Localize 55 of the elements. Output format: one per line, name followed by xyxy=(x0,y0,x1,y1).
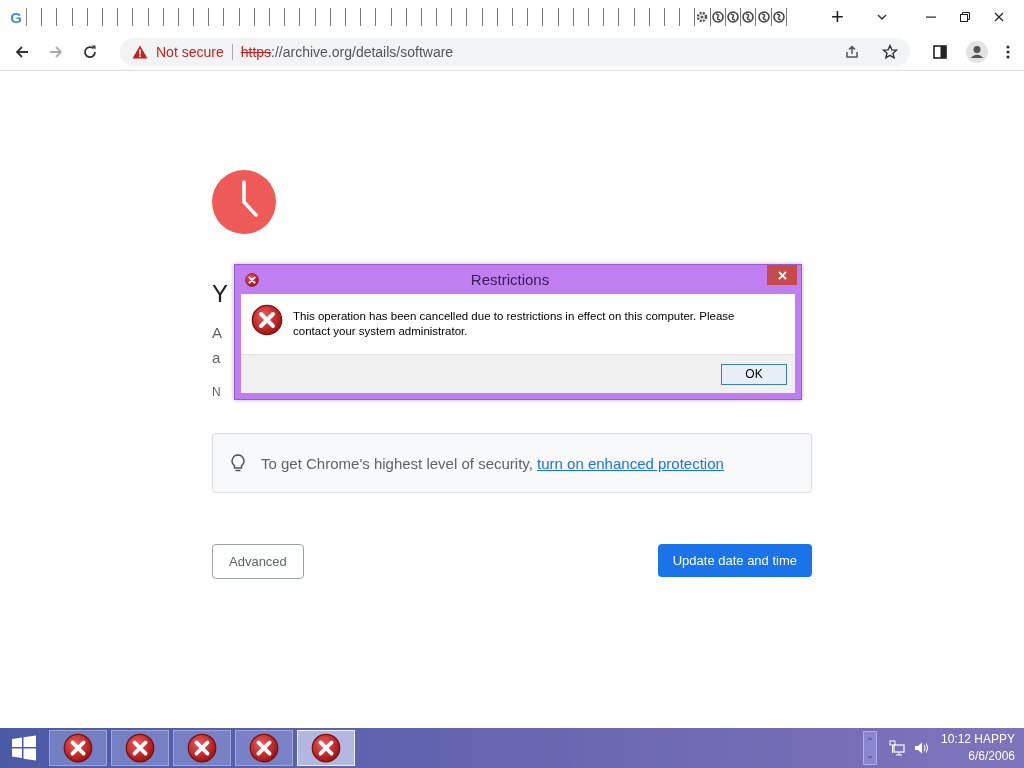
profile-icon[interactable] xyxy=(966,41,988,63)
url-text: https://archive.org/details/software xyxy=(240,44,455,60)
globe-icon[interactable] xyxy=(727,11,739,23)
network-icon[interactable] xyxy=(888,740,905,756)
chevron-down-icon[interactable] xyxy=(876,11,888,23)
clock-icon xyxy=(212,170,276,234)
enhanced-protection-link[interactable]: turn on enhanced protection xyxy=(537,454,724,472)
side-panel-icon[interactable] xyxy=(932,44,948,60)
error-code: N xyxy=(212,385,221,399)
dialog-title: Restrictions xyxy=(469,271,551,288)
update-date-time-button[interactable]: Update date and time xyxy=(657,544,812,577)
globe-icon[interactable] xyxy=(757,11,770,23)
close-button[interactable] xyxy=(767,265,797,285)
clock-time[interactable]: 10:12 HAPPY xyxy=(940,731,1015,748)
gear-icon[interactable] xyxy=(696,11,709,23)
tip-text: To get Chrome's highest level of security, turn on enhanced protection xyxy=(261,454,724,472)
address-bar[interactable]: Not secure https://archive.org/details/software xyxy=(120,38,910,66)
ok-button[interactable]: OK xyxy=(721,363,787,385)
close-icon[interactable] xyxy=(994,12,1004,22)
paragraph-text: a xyxy=(212,349,221,368)
star-icon[interactable] xyxy=(882,44,898,60)
tray-scroll-icon[interactable] xyxy=(862,731,877,765)
lightbulb-icon xyxy=(231,454,245,472)
taskbar-button[interactable] xyxy=(49,730,107,766)
globe-icon[interactable] xyxy=(772,11,785,23)
taskbar-button[interactable] xyxy=(173,730,231,766)
error-icon xyxy=(187,733,217,763)
restore-icon[interactable] xyxy=(960,12,970,22)
clock-date[interactable]: 6/6/2006 xyxy=(968,748,1015,765)
error-icon xyxy=(249,733,279,763)
dialog-message: This operation has been cancelled due to restrictions in effect on this computer. Please contact your system administrator. xyxy=(293,309,736,339)
start-icon[interactable] xyxy=(11,735,37,761)
close-icon xyxy=(777,270,787,280)
reload-icon[interactable] xyxy=(82,44,98,60)
error-icon xyxy=(251,304,283,336)
advanced-button[interactable]: Advanced xyxy=(212,544,304,579)
error-icon xyxy=(125,733,155,763)
globe-icon[interactable] xyxy=(742,11,755,23)
taskbar-button[interactable] xyxy=(235,730,293,766)
page-heading: Y xyxy=(212,280,228,309)
paragraph-text: A xyxy=(212,324,222,343)
warning-icon xyxy=(132,45,148,59)
share-icon[interactable] xyxy=(844,44,860,60)
taskbar-button[interactable] xyxy=(111,730,169,766)
back-icon[interactable] xyxy=(14,44,30,60)
new-tab-button[interactable]: + xyxy=(831,6,844,28)
menu-icon[interactable] xyxy=(1006,44,1010,60)
volume-icon[interactable] xyxy=(912,740,929,756)
security-label[interactable]: Not secure xyxy=(156,44,224,60)
error-icon xyxy=(63,733,93,763)
error-icon xyxy=(311,733,341,763)
taskbar-button[interactable] xyxy=(297,730,355,766)
forward-icon[interactable] xyxy=(48,44,64,60)
globe-icon[interactable] xyxy=(711,11,724,23)
error-icon xyxy=(245,272,259,287)
